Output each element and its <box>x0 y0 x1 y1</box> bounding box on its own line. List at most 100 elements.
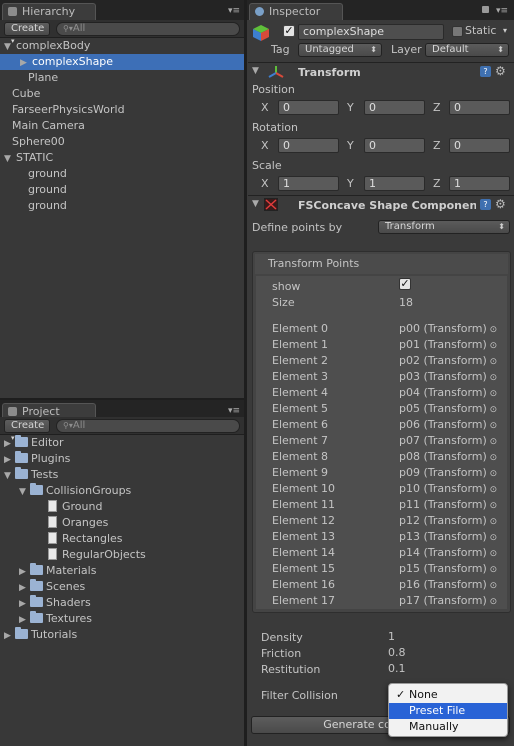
object-picker-icon[interactable]: ⊙ <box>487 533 498 543</box>
panel-menu-icon[interactable]: ▾≡ <box>228 406 240 416</box>
restitution-value[interactable]: 0.1 <box>388 662 406 675</box>
project-item[interactable]: ▶ Shaders <box>0 595 244 611</box>
show-checkbox[interactable]: ✓ <box>399 278 411 290</box>
hierarchy-item[interactable]: ▼ complexBody <box>0 38 244 54</box>
filter-option-preset-file[interactable]: Preset File <box>389 703 507 719</box>
element-object-field[interactable]: p05 (Transform) ⊙ <box>399 402 497 415</box>
collapsed-arrow-icon[interactable]: ▶ <box>4 436 15 452</box>
inspector-tab[interactable]: Inspector <box>249 3 343 20</box>
collapsed-arrow-icon[interactable]: ▶ <box>19 580 30 596</box>
active-checkbox[interactable]: ✓ <box>283 25 295 37</box>
gear-icon[interactable]: ⚙ <box>495 64 506 78</box>
collapsed-arrow-icon[interactable]: ▶ <box>19 596 30 612</box>
component-enable-checkbox[interactable] <box>264 198 278 211</box>
hierarchy-item[interactable]: ▶ complexShape <box>0 54 244 70</box>
size-value[interactable]: 18 <box>399 296 413 309</box>
object-picker-icon[interactable]: ⊙ <box>487 597 498 607</box>
transform-foldout[interactable]: ▼ <box>252 66 259 76</box>
hierarchy-item[interactable]: Sphere00 <box>0 134 244 150</box>
project-item[interactable]: RegularObjects <box>0 547 244 563</box>
project-item[interactable]: Ground <box>0 499 244 515</box>
rotation-z-field[interactable]: 0 <box>449 138 510 153</box>
hierarchy-item[interactable]: FarseerPhysicsWorld <box>0 102 244 118</box>
project-item[interactable]: Oranges <box>0 515 244 531</box>
project-search-input[interactable]: ⚲▾All <box>56 419 240 433</box>
define-points-dropdown[interactable]: Transform ⬍ <box>378 220 510 234</box>
object-picker-icon[interactable]: ⊙ <box>487 485 498 495</box>
density-value[interactable]: 1 <box>388 630 395 643</box>
hierarchy-item[interactable]: Main Camera <box>0 118 244 134</box>
element-object-field[interactable]: p02 (Transform) ⊙ <box>399 354 497 367</box>
object-picker-icon[interactable]: ⊙ <box>487 341 498 351</box>
filter-option-manually[interactable]: Manually <box>389 719 507 735</box>
hierarchy-tab[interactable]: Hierarchy <box>2 3 96 20</box>
static-checkbox[interactable] <box>452 26 463 37</box>
element-object-field[interactable]: p13 (Transform) ⊙ <box>399 530 497 543</box>
position-z-field[interactable]: 0 <box>449 100 510 115</box>
project-item[interactable]: ▶ Editor <box>0 435 244 451</box>
hierarchy-item[interactable]: ground <box>0 198 244 214</box>
collapsed-arrow-icon[interactable]: ▶ <box>20 55 32 71</box>
hierarchy-item[interactable]: ground <box>0 182 244 198</box>
object-picker-icon[interactable]: ⊙ <box>487 517 498 527</box>
element-object-field[interactable]: p14 (Transform) ⊙ <box>399 546 497 559</box>
element-object-field[interactable]: p08 (Transform) ⊙ <box>399 450 497 463</box>
object-picker-icon[interactable]: ⊙ <box>487 373 498 383</box>
project-item[interactable]: ▶ Textures <box>0 611 244 627</box>
expanded-arrow-icon[interactable]: ▼ <box>4 151 16 167</box>
element-object-field[interactable]: p15 (Transform) ⊙ <box>399 562 497 575</box>
scale-z-field[interactable]: 1 <box>449 176 510 191</box>
hierarchy-item[interactable]: Cube <box>0 86 244 102</box>
element-object-field[interactable]: p03 (Transform) ⊙ <box>399 370 497 383</box>
expanded-arrow-icon[interactable]: ▼ <box>4 468 15 484</box>
project-item[interactable]: ▶ Plugins <box>0 451 244 467</box>
object-name-field[interactable]: complexShape <box>298 24 444 40</box>
object-picker-icon[interactable]: ⊙ <box>487 325 498 335</box>
help-icon[interactable]: ? <box>480 66 491 77</box>
panel-menu-icon[interactable]: ▾≡ <box>228 6 240 16</box>
object-picker-icon[interactable]: ⊙ <box>487 565 498 575</box>
project-item[interactable]: ▶ Tutorials <box>0 627 244 643</box>
element-object-field[interactable]: p17 (Transform) ⊙ <box>399 594 497 607</box>
object-picker-icon[interactable]: ⊙ <box>487 453 498 463</box>
collapsed-arrow-icon[interactable]: ▶ <box>19 564 30 580</box>
object-picker-icon[interactable]: ⊙ <box>487 469 498 479</box>
project-item[interactable]: ▶ Materials <box>0 563 244 579</box>
static-dropdown-arrow[interactable]: ▾ <box>503 26 507 35</box>
hierarchy-item[interactable]: ground <box>0 166 244 182</box>
object-picker-icon[interactable]: ⊙ <box>487 405 498 415</box>
lock-icon[interactable] <box>482 6 489 13</box>
help-icon[interactable]: ? <box>480 199 491 210</box>
hierarchy-item[interactable]: Plane <box>0 70 244 86</box>
object-picker-icon[interactable]: ⊙ <box>487 357 498 367</box>
object-picker-icon[interactable]: ⊙ <box>487 501 498 511</box>
element-object-field[interactable]: p10 (Transform) ⊙ <box>399 482 497 495</box>
project-item[interactable]: ▶ Scenes <box>0 579 244 595</box>
expanded-arrow-icon[interactable]: ▼ <box>19 484 30 500</box>
element-object-field[interactable]: p04 (Transform) ⊙ <box>399 386 497 399</box>
element-object-field[interactable]: p16 (Transform) ⊙ <box>399 578 497 591</box>
friction-value[interactable]: 0.8 <box>388 646 406 659</box>
rotation-y-field[interactable]: 0 <box>364 138 425 153</box>
collapsed-arrow-icon[interactable]: ▶ <box>19 612 30 628</box>
hierarchy-create-button[interactable]: Create ▾ <box>4 22 50 45</box>
expanded-arrow-icon[interactable]: ▼ <box>4 39 16 55</box>
collapsed-arrow-icon[interactable]: ▶ <box>4 452 15 468</box>
element-object-field[interactable]: p12 (Transform) ⊙ <box>399 514 497 527</box>
project-item[interactable]: ▼ CollisionGroups <box>0 483 244 499</box>
element-object-field[interactable]: p06 (Transform) ⊙ <box>399 418 497 431</box>
scale-y-field[interactable]: 1 <box>364 176 425 191</box>
project-item[interactable]: ▼ Tests <box>0 467 244 483</box>
collapsed-arrow-icon[interactable]: ▶ <box>4 628 15 644</box>
object-picker-icon[interactable]: ⊙ <box>487 437 498 447</box>
object-picker-icon[interactable]: ⊙ <box>487 549 498 559</box>
filter-option-none[interactable]: ✓ None <box>389 687 507 703</box>
object-picker-icon[interactable]: ⊙ <box>487 581 498 591</box>
rotation-x-field[interactable]: 0 <box>278 138 339 153</box>
tag-dropdown[interactable]: Untagged ⬍ <box>298 43 382 57</box>
object-picker-icon[interactable]: ⊙ <box>487 389 498 399</box>
object-picker-icon[interactable]: ⊙ <box>487 421 498 431</box>
component-foldout[interactable]: ▼ <box>252 199 259 209</box>
layer-dropdown[interactable]: Default ⬍ <box>425 43 509 57</box>
scale-x-field[interactable]: 1 <box>278 176 339 191</box>
